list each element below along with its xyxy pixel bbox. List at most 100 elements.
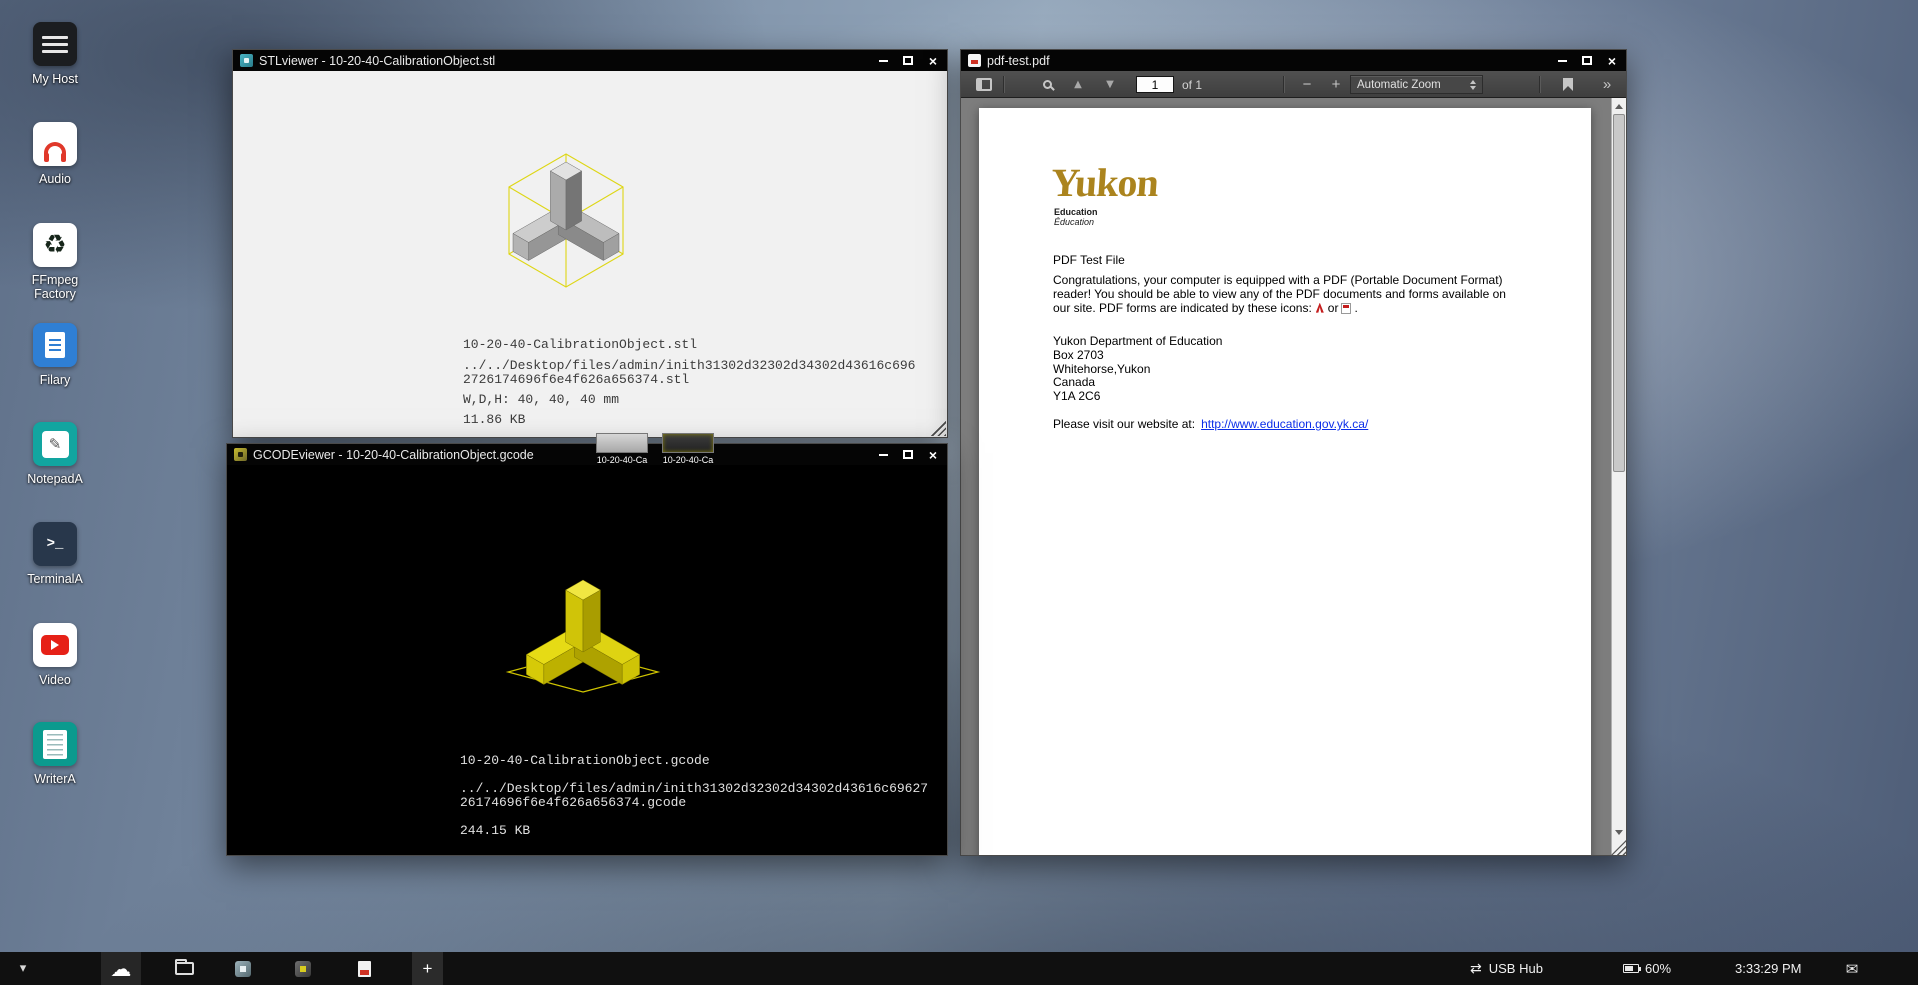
gcode-filename: 10-20-40-CalibrationObject.gcode	[460, 753, 710, 768]
gcode-file-path-line1: ../../Desktop/files/admin/inith31302d323…	[460, 781, 928, 796]
gcode-titlebar[interactable]: GCODEviewer - 10-20-40-CalibrationObject…	[227, 444, 947, 465]
file-manager-icon	[33, 323, 77, 367]
scroll-down-arrow-icon[interactable]	[1612, 825, 1626, 839]
notepad-icon: ✎	[33, 422, 77, 466]
taskbar-pdf-button[interactable]	[351, 952, 377, 985]
page-number-input[interactable]	[1136, 76, 1174, 93]
taskbar-menu-caret[interactable]: ▾	[10, 952, 36, 985]
gcode-filesize: 244.15 KB	[460, 823, 530, 838]
desktop-icon-writera[interactable]: WriterA	[12, 722, 98, 786]
stl-3d-viewport[interactable]: 10-20-40-CalibrationObject.stl ../../Des…	[233, 71, 947, 437]
stl-dimensions: W,D,H: 40, 40, 40 mm	[463, 392, 619, 407]
desktop-icon-label: NotepadA	[27, 472, 83, 486]
address-line: Box 2703	[1053, 349, 1222, 363]
minimize-button[interactable]	[1555, 54, 1569, 67]
scrollbar-thumb[interactable]	[1613, 114, 1625, 472]
desktop-icon-label: My Host	[32, 72, 78, 86]
address-line: Canada	[1053, 376, 1222, 390]
desktop: My Host Audio ♻ FFmpeg Factory Filary ✎ …	[0, 0, 1918, 985]
pdf-content-area[interactable]: Yukon Education Éducation PDF Test File …	[961, 98, 1626, 855]
stl-titlebar[interactable]: STLviewer - 10-20-40-CalibrationObject.s…	[233, 50, 947, 71]
desktop-icon-my-host[interactable]: My Host	[12, 22, 98, 86]
battery-percent: 60%	[1645, 961, 1671, 976]
acrobat-pdf-icon	[1315, 303, 1325, 314]
website-link[interactable]: http://www.education.gov.yk.ca/	[1201, 417, 1368, 431]
desktop-icon-terminala[interactable]: >_ TerminalA	[12, 522, 98, 586]
document-heading: PDF Test File	[1053, 253, 1125, 267]
minimize-button[interactable]	[876, 448, 890, 461]
minimize-button[interactable]	[876, 54, 890, 67]
scrollbar[interactable]	[1611, 98, 1626, 855]
pdf-app-icon	[968, 54, 981, 67]
file-thumbnail-label: 10-20-40-Ca	[659, 455, 717, 465]
next-page-button[interactable]: ▼	[1101, 71, 1119, 98]
close-button[interactable]: ×	[926, 54, 940, 67]
stl-filesize: 11.86 KB	[463, 412, 525, 427]
usb-hub-status[interactable]: ⇄ USB Hub	[1470, 952, 1543, 985]
add-button[interactable]: +	[412, 952, 443, 985]
pdf-task-icon	[358, 961, 371, 977]
stlviewer-app-icon	[240, 54, 253, 67]
paragraph-line: reader! You should be able to view any o…	[1053, 288, 1533, 302]
clock[interactable]: 3:33:29 PM	[1735, 952, 1802, 985]
mail-tray-button[interactable]: ✉	[1838, 952, 1866, 985]
previous-page-button[interactable]: ▲	[1069, 71, 1087, 98]
toolbar-more-button[interactable]: »	[1595, 71, 1619, 98]
pdf-window-title: pdf-test.pdf	[987, 54, 1549, 68]
gcode-3d-viewport[interactable]: 10-20-40-CalibrationObject.gcode ../../D…	[227, 465, 947, 855]
file-thumbnail[interactable]: 10-20-40-Ca	[593, 433, 651, 465]
zoom-in-button[interactable]: +	[1325, 71, 1347, 98]
search-button[interactable]	[1035, 71, 1059, 98]
desktop-icon-ffmpeg-factory[interactable]: ♻ FFmpeg Factory	[12, 223, 98, 302]
desktop-icon-audio[interactable]: Audio	[12, 122, 98, 186]
file-thumbnail-preview	[662, 433, 714, 453]
file-thumbnail-preview	[596, 433, 648, 453]
battery-icon	[1623, 964, 1639, 973]
battery-status[interactable]: 60%	[1623, 952, 1671, 985]
resize-grip[interactable]	[1611, 840, 1626, 855]
close-button[interactable]: ×	[926, 448, 940, 461]
stlviewer-window: STLviewer - 10-20-40-CalibrationObject.s…	[232, 49, 948, 438]
pdf-titlebar[interactable]: pdf-test.pdf ×	[961, 50, 1626, 71]
address-line: Yukon Department of Education	[1053, 335, 1222, 349]
file-manager-button[interactable]	[170, 952, 198, 985]
paragraph-or: or	[1328, 301, 1339, 315]
desktop-icon-video[interactable]: Video	[12, 623, 98, 687]
gcodeviewer-window: GCODEviewer - 10-20-40-CalibrationObject…	[226, 443, 948, 856]
zoom-select[interactable]: Automatic Zoom	[1350, 75, 1483, 94]
file-thumbnail-label: 10-20-40-Ca	[593, 455, 651, 465]
pdf-toolbar: ▲ ▼ of 1 − + Automatic Zoom »	[961, 71, 1626, 98]
file-thumbnail[interactable]: 10-20-40-Ca	[659, 433, 717, 465]
address-line: Whitehorse,Yukon	[1053, 363, 1222, 377]
taskbar-gcodeviewer-button[interactable]	[290, 952, 316, 985]
stl-filename: 10-20-40-CalibrationObject.stl	[463, 337, 697, 352]
website-line: Please visit our website at:http://www.e…	[1053, 417, 1368, 431]
maximize-button[interactable]	[901, 448, 915, 461]
zoom-select-label: Automatic Zoom	[1357, 79, 1470, 91]
cloud-button[interactable]: ☁	[101, 952, 141, 985]
desktop-icon-label: WriterA	[34, 772, 75, 786]
close-button[interactable]: ×	[1605, 54, 1619, 67]
sidebar-toggle-button[interactable]	[972, 71, 996, 98]
resize-grip[interactable]	[930, 420, 946, 436]
gcodeviewer-task-icon	[295, 961, 311, 977]
taskbar-stlviewer-button[interactable]	[230, 952, 256, 985]
document-paragraph: Congratulations, your computer is equipp…	[1053, 274, 1533, 315]
zoom-out-button[interactable]: −	[1296, 71, 1318, 98]
play-button-icon	[33, 623, 77, 667]
maximize-button[interactable]	[901, 54, 915, 67]
stl-file-path-line1: ../../Desktop/files/admin/inith31302d323…	[463, 358, 915, 373]
paragraph-period: .	[1354, 301, 1357, 315]
bookmark-button[interactable]	[1556, 71, 1580, 98]
chevron-up-down-icon	[1470, 80, 1476, 90]
toolbar-separator	[1539, 76, 1540, 93]
page-count-label: of 1	[1182, 71, 1202, 98]
writer-document-icon	[33, 722, 77, 766]
desktop-icon-filary[interactable]: Filary	[12, 323, 98, 387]
desktop-icon-label: FFmpeg Factory	[12, 273, 98, 302]
scroll-up-arrow-icon[interactable]	[1612, 99, 1626, 113]
paragraph-line: Congratulations, your computer is equipp…	[1053, 274, 1533, 288]
maximize-button[interactable]	[1580, 54, 1594, 67]
desktop-icon-label: Video	[39, 673, 71, 687]
desktop-icon-notepada[interactable]: ✎ NotepadA	[12, 422, 98, 486]
